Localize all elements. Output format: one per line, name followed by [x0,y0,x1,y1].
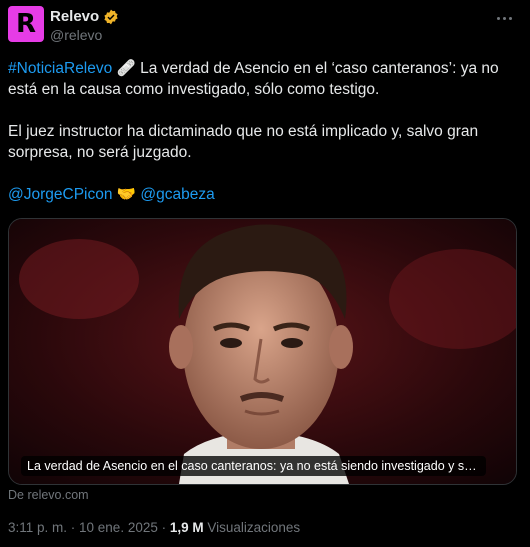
tweet-line-2: El juez instructor ha dictaminado que no… [8,123,479,161]
tweet-mentions: @JorgeCPicon 🤝 @gcabeza [8,184,508,205]
tweet-paragraph-1: #NoticiaRelevo 🩹 La verdad de Asencio en… [8,58,508,100]
author-name-row: Relevo [50,8,119,25]
bandage-emoji: 🩹 [116,60,136,77]
link-source[interactable]: De relevo.com [8,488,89,502]
player-photo [9,219,516,484]
tweet-meta: 3:11 p. m. · 10 ene. 2025 · 1,9 M Visual… [8,520,300,535]
handshake-emoji: 🤝 [116,186,137,203]
author-handle[interactable]: @relevo [50,27,102,43]
tweet-timestamp[interactable]: 3:11 p. m. · 10 ene. 2025 · [8,520,170,535]
avatar[interactable]: R [8,6,44,42]
tweet-text: #NoticiaRelevo 🩹 La verdad de Asencio en… [8,58,508,205]
mention-link-1[interactable]: @JorgeCPicon [8,186,112,203]
link-card-caption[interactable]: La verdad de Asencio en el caso canteran… [21,456,486,476]
author-name[interactable]: Relevo [50,8,99,25]
views-label: Visualizaciones [203,520,301,535]
tweet-header: R Relevo @relevo [8,6,522,46]
avatar-logo: R [15,9,37,39]
mention-link-2[interactable]: @gcabeza [140,186,214,203]
hashtag-link[interactable]: #NoticiaRelevo [8,60,112,77]
verified-badge-icon [104,9,118,24]
more-options-icon[interactable] [494,10,514,26]
view-count: 1,9 M [169,520,204,535]
link-card-image[interactable]: La verdad de Asencio en el caso canteran… [8,218,517,485]
